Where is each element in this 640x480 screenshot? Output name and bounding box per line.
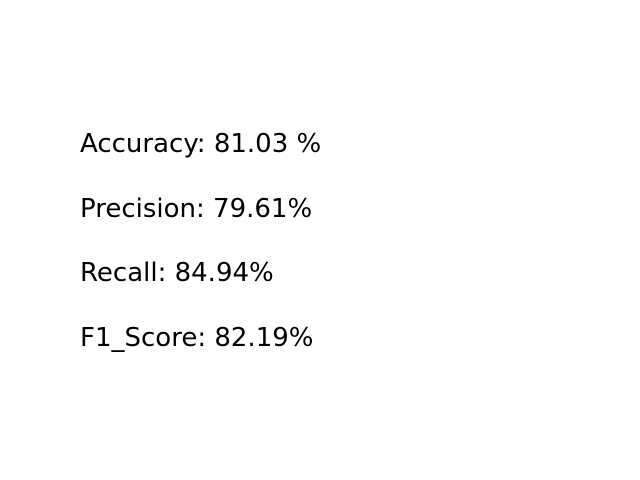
f1-score-metric-text: F1_Score: 82.19% xyxy=(80,323,314,353)
metrics-figure: Accuracy: 81.03 % Precision: 79.61% Reca… xyxy=(0,0,640,480)
accuracy-metric-text: Accuracy: 81.03 % xyxy=(80,129,322,159)
precision-metric-text: Precision: 79.61% xyxy=(80,194,313,224)
recall-metric-text: Recall: 84.94% xyxy=(80,258,274,288)
